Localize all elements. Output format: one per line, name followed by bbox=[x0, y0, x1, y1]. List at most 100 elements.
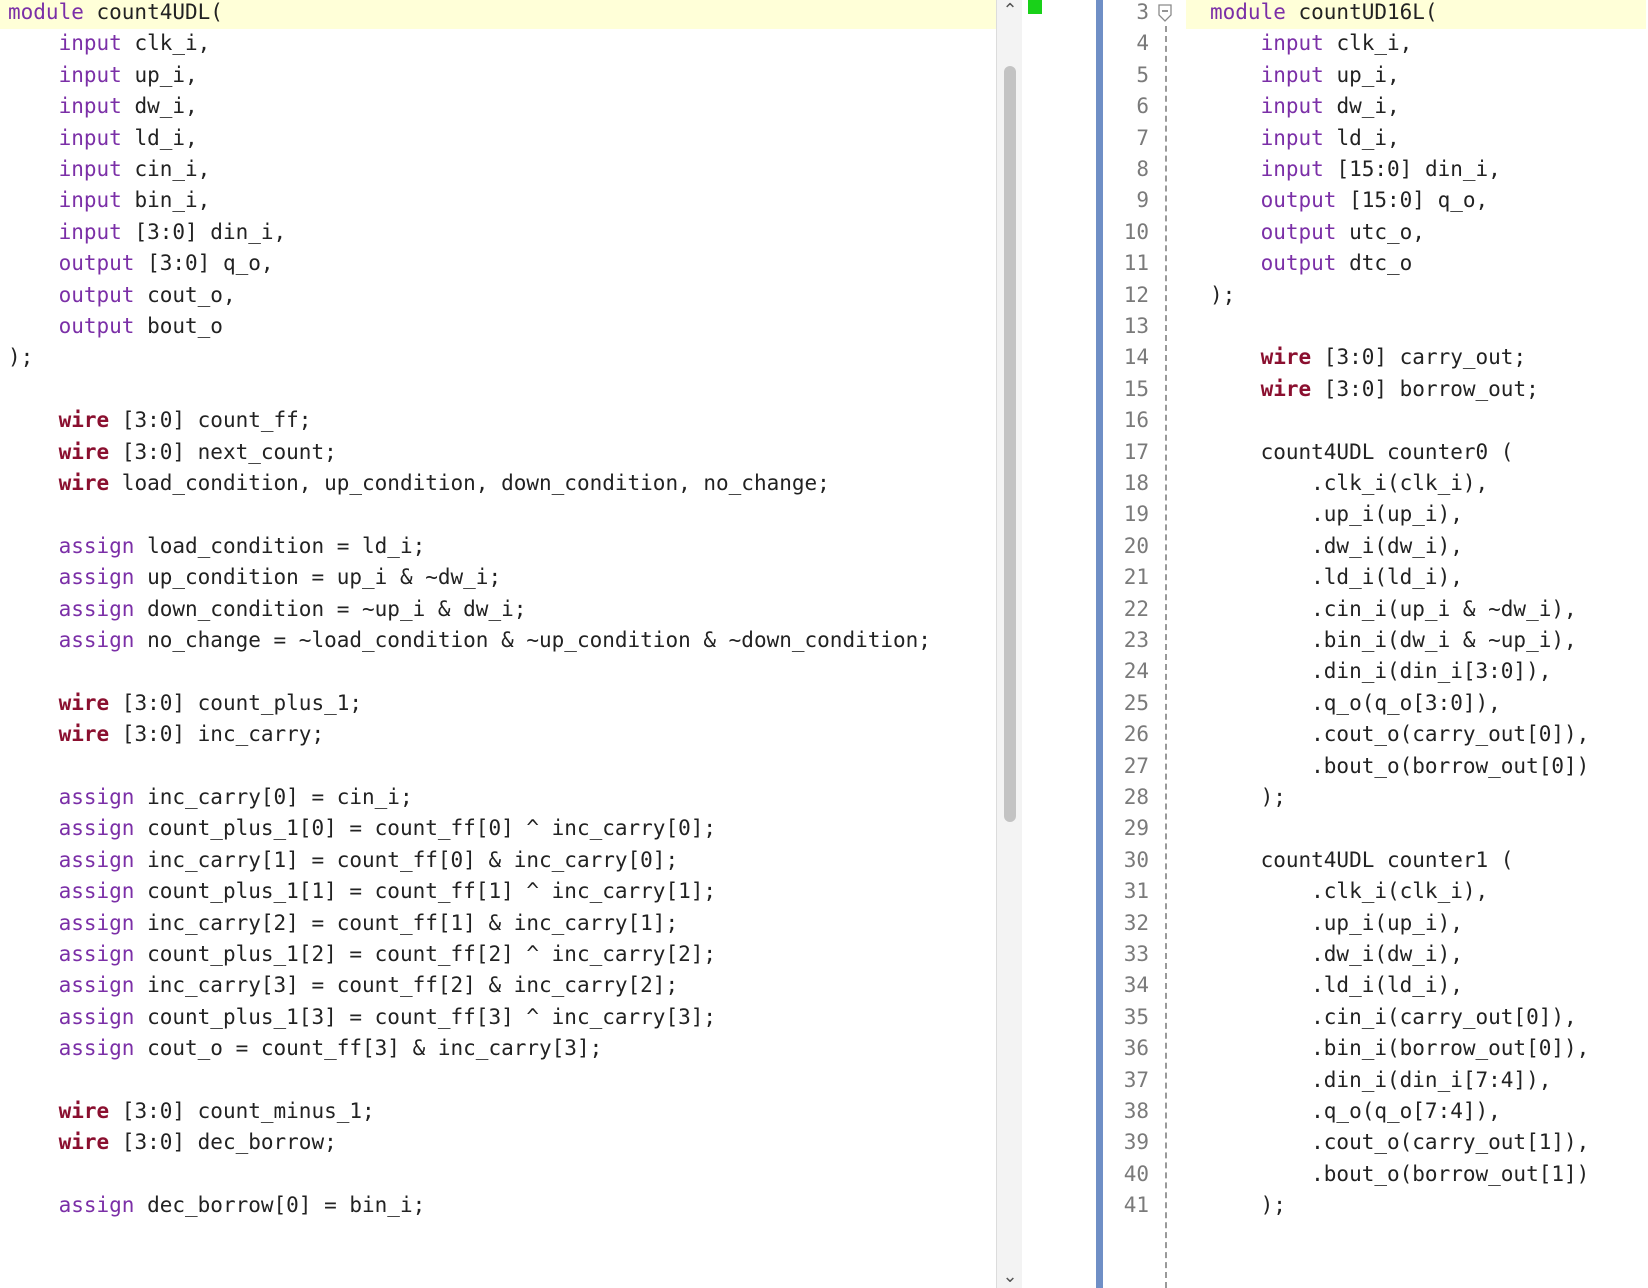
code-line[interactable] bbox=[0, 1064, 996, 1097]
code-line[interactable]: wire [3:0] next_count; bbox=[0, 436, 996, 469]
code-line[interactable]: input [15:0] din_i, bbox=[1186, 153, 1646, 186]
code-line[interactable]: input cin_i, bbox=[0, 153, 996, 186]
code-line[interactable]: input ld_i, bbox=[0, 122, 996, 155]
code-line[interactable]: wire load_condition, up_condition, down_… bbox=[0, 467, 996, 500]
code-line[interactable] bbox=[0, 498, 996, 531]
code-line[interactable]: assign up_condition = up_i & ~dw_i; bbox=[0, 561, 996, 594]
code-line[interactable]: module countUD16L( bbox=[1186, 0, 1646, 29]
keyword-token: wire bbox=[58, 439, 110, 464]
keyword-token: assign bbox=[58, 910, 135, 935]
code-line[interactable]: .q_o(q_o[3:0]), bbox=[1186, 687, 1646, 720]
keyword-token: output bbox=[58, 282, 135, 307]
code-line[interactable]: count4UDL counter1 ( bbox=[1186, 844, 1646, 877]
code-line[interactable] bbox=[1186, 404, 1646, 437]
code-line[interactable]: .q_o(q_o[7:4]), bbox=[1186, 1095, 1646, 1128]
code-line[interactable]: .cin_i(carry_out[0]), bbox=[1186, 1001, 1646, 1034]
code-line[interactable]: .up_i(up_i), bbox=[1186, 907, 1646, 940]
scrollbar-thumb[interactable] bbox=[1004, 66, 1016, 822]
code-line[interactable] bbox=[0, 655, 996, 688]
code-line[interactable]: input [3:0] din_i, bbox=[0, 216, 996, 249]
right-code-editor[interactable]: 3 4 5 6 7 8 9 10 11 12 13 14 15 16 17 18 19 20 21 22 23 24 25 2… bbox=[1103, 0, 1648, 1288]
fold-collapse-icon[interactable] bbox=[1158, 4, 1172, 22]
keyword-token: wire bbox=[58, 1099, 110, 1123]
code-line[interactable]: input up_i, bbox=[1186, 59, 1646, 92]
code-line[interactable]: assign inc_carry[1] = count_ff[0] & inc_… bbox=[0, 844, 996, 877]
code-line[interactable]: ); bbox=[0, 341, 996, 374]
code-line[interactable]: .bin_i(borrow_out[0]), bbox=[1186, 1032, 1646, 1065]
code-line[interactable]: assign inc_carry[3] = count_ff[2] & inc_… bbox=[0, 969, 996, 1002]
code-line[interactable]: assign count_plus_1[1] = count_ff[1] ^ i… bbox=[0, 875, 996, 908]
code-line[interactable]: .dw_i(dw_i), bbox=[1186, 530, 1646, 563]
code-line[interactable]: .cout_o(carry_out[1]), bbox=[1186, 1126, 1646, 1159]
code-line[interactable]: count4UDL counter0 ( bbox=[1186, 436, 1646, 469]
code-line[interactable]: .cout_o(carry_out[0]), bbox=[1186, 718, 1646, 751]
code-line[interactable]: assign count_plus_1[3] = count_ff[3] ^ i… bbox=[0, 1001, 996, 1034]
code-line[interactable]: input clk_i, bbox=[1186, 27, 1646, 60]
code-line[interactable] bbox=[0, 1158, 996, 1191]
keyword-token: module bbox=[8, 0, 84, 24]
code-line[interactable]: .din_i(din_i[7:4]), bbox=[1186, 1064, 1646, 1097]
scroll-up-arrow-icon[interactable]: ⌃ bbox=[997, 0, 1023, 22]
code-line[interactable]: output [3:0] q_o, bbox=[0, 247, 996, 280]
keyword-token: input bbox=[58, 62, 122, 87]
code-text: [3:0] dec_borrow; bbox=[109, 1130, 337, 1155]
left-code-editor[interactable]: module count4UDL( input clk_i, input up_… bbox=[0, 0, 996, 1288]
code-line[interactable]: assign load_condition = ld_i; bbox=[0, 530, 996, 563]
code-line[interactable]: assign inc_carry[0] = cin_i; bbox=[0, 781, 996, 814]
code-line[interactable]: .up_i(up_i), bbox=[1186, 498, 1646, 531]
code-line[interactable]: output dtc_o bbox=[1186, 247, 1646, 280]
code-line[interactable]: wire [3:0] dec_borrow; bbox=[0, 1126, 996, 1159]
code-line[interactable]: module count4UDL( bbox=[0, 0, 996, 29]
code-line[interactable] bbox=[0, 750, 996, 783]
code-line[interactable]: .ld_i(ld_i), bbox=[1186, 561, 1646, 594]
code-line[interactable]: assign no_change = ~load_condition & ~up… bbox=[0, 624, 996, 657]
code-line[interactable]: ); bbox=[1186, 1189, 1646, 1222]
code-line[interactable]: ); bbox=[1186, 781, 1646, 814]
code-line[interactable]: .bin_i(dw_i & ~up_i), bbox=[1186, 624, 1646, 657]
code-line[interactable]: assign dec_borrow[0] = bin_i; bbox=[0, 1189, 996, 1222]
code-line[interactable]: output utc_o, bbox=[1186, 216, 1646, 249]
code-line[interactable]: .clk_i(clk_i), bbox=[1186, 467, 1646, 500]
left-vertical-scrollbar[interactable]: ⌃ ⌄ bbox=[996, 0, 1023, 1288]
code-line[interactable]: assign down_condition = ~up_i & dw_i; bbox=[0, 593, 996, 626]
code-line[interactable]: .cin_i(up_i & ~dw_i), bbox=[1186, 593, 1646, 626]
code-line[interactable]: input ld_i, bbox=[1186, 122, 1646, 155]
code-line[interactable]: .dw_i(dw_i), bbox=[1186, 938, 1646, 971]
code-line[interactable]: .bout_o(borrow_out[0]) bbox=[1186, 750, 1646, 783]
code-line[interactable]: assign inc_carry[2] = count_ff[1] & inc_… bbox=[0, 907, 996, 940]
code-line[interactable]: .bout_o(borrow_out[1]) bbox=[1186, 1158, 1646, 1191]
code-line[interactable]: .din_i(din_i[3:0]), bbox=[1186, 655, 1646, 688]
code-line[interactable] bbox=[1186, 812, 1646, 845]
scroll-down-arrow-icon[interactable]: ⌄ bbox=[997, 1266, 1023, 1288]
code-line[interactable]: wire [3:0] count_plus_1; bbox=[0, 687, 996, 720]
code-text: .bin_i(dw_i & ~up_i), bbox=[1210, 628, 1577, 652]
code-line[interactable]: wire [3:0] inc_carry; bbox=[0, 718, 996, 751]
code-line[interactable]: input clk_i, bbox=[0, 27, 996, 60]
code-line[interactable]: input bin_i, bbox=[0, 184, 996, 217]
split-divider[interactable] bbox=[1096, 0, 1103, 1288]
code-line[interactable]: input up_i, bbox=[0, 59, 996, 92]
code-line[interactable]: ); bbox=[1186, 279, 1646, 312]
code-line[interactable]: wire [3:0] carry_out; bbox=[1186, 341, 1646, 374]
keyword-token: input bbox=[1260, 94, 1324, 119]
code-line[interactable]: output cout_o, bbox=[0, 279, 996, 312]
code-text: [3:0] carry_out; bbox=[1311, 345, 1527, 370]
code-line[interactable]: output bout_o bbox=[0, 310, 996, 343]
code-line[interactable]: input dw_i, bbox=[1186, 90, 1646, 123]
code-line[interactable]: .ld_i(ld_i), bbox=[1186, 969, 1646, 1002]
keyword-token: wire bbox=[58, 408, 110, 433]
code-line[interactable] bbox=[0, 373, 996, 406]
code-line[interactable]: assign cout_o = count_ff[3] & inc_carry[… bbox=[0, 1032, 996, 1065]
code-line[interactable]: assign count_plus_1[2] = count_ff[2] ^ i… bbox=[0, 938, 996, 971]
code-line[interactable]: wire [3:0] count_ff; bbox=[0, 404, 996, 437]
code-line[interactable]: input dw_i, bbox=[0, 90, 996, 123]
code-line[interactable]: output [15:0] q_o, bbox=[1186, 184, 1646, 217]
keyword-token: assign bbox=[58, 816, 135, 841]
keyword-token: wire bbox=[58, 1130, 110, 1155]
code-line[interactable]: .clk_i(clk_i), bbox=[1186, 875, 1646, 908]
code-line[interactable] bbox=[1186, 310, 1646, 343]
code-line[interactable]: wire [3:0] borrow_out; bbox=[1186, 373, 1646, 406]
code-line[interactable]: wire [3:0] count_minus_1; bbox=[0, 1095, 996, 1128]
code-line[interactable]: assign count_plus_1[0] = count_ff[0] ^ i… bbox=[0, 812, 996, 845]
